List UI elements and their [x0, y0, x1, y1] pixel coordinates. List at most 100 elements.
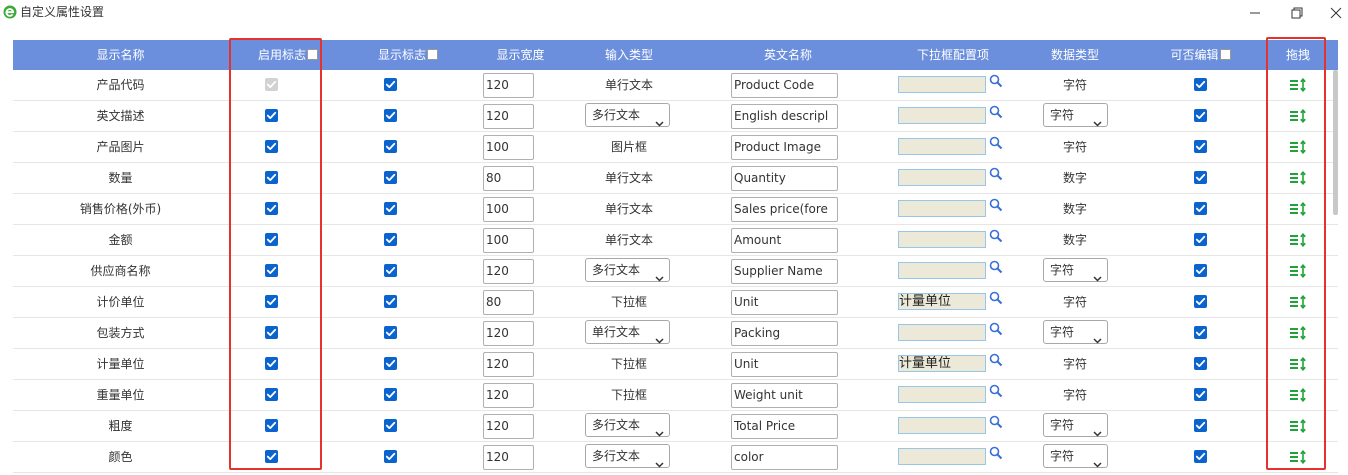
search-icon[interactable] — [989, 353, 1003, 367]
english-name-input[interactable]: Product Code — [731, 73, 838, 98]
data-type-select[interactable]: 字符 — [1043, 320, 1108, 344]
grid-header: 显示名称 启用标志 显示标志 显示宽度 输入类型 英文名称 下拉框配置项 数据类… — [13, 40, 1338, 70]
search-icon[interactable] — [989, 446, 1003, 460]
display-width-input[interactable]: 80 — [483, 290, 534, 315]
display-checkbox[interactable] — [384, 450, 397, 463]
search-icon[interactable] — [989, 260, 1003, 274]
search-icon[interactable] — [989, 229, 1003, 243]
search-icon[interactable] — [989, 198, 1003, 212]
display-name-cell: 包装方式 — [96, 326, 145, 340]
data-type-select[interactable]: 字符 — [1043, 413, 1108, 437]
editable-checkbox[interactable] — [1194, 357, 1207, 370]
dropdown-config-input[interactable]: 计量单位 — [898, 355, 986, 372]
display-width-input[interactable]: 120 — [483, 445, 534, 470]
minimize-icon[interactable] — [1244, 3, 1266, 23]
english-name-input[interactable]: Total Price — [731, 414, 838, 439]
display-width-input[interactable]: 120 — [483, 259, 534, 284]
dropdown-config-input[interactable] — [898, 138, 986, 155]
table-row: 重量单位 120 下拉框 Weight unit 字符 — [13, 380, 1338, 411]
english-name-input[interactable]: Unit — [731, 352, 838, 377]
english-name-input[interactable]: Sales price(fore — [731, 197, 838, 222]
display-width-input[interactable]: 120 — [483, 383, 534, 408]
app-logo-icon — [3, 5, 17, 19]
dropdown-config-input[interactable] — [898, 262, 986, 279]
editable-checkbox[interactable] — [1194, 233, 1207, 246]
dropdown-config-input[interactable]: 计量单位 — [898, 293, 986, 310]
dropdown-config-input[interactable] — [898, 324, 986, 341]
search-icon[interactable] — [989, 415, 1003, 429]
display-checkbox[interactable] — [384, 357, 397, 370]
display-checkbox[interactable] — [384, 202, 397, 215]
search-icon[interactable] — [989, 384, 1003, 398]
input-type-select[interactable]: 多行文本 — [585, 103, 670, 127]
english-name-input[interactable]: Supplier Name — [731, 259, 838, 284]
english-name-input[interactable]: English descripl — [731, 104, 838, 129]
search-icon[interactable] — [989, 291, 1003, 305]
display-checkbox[interactable] — [384, 264, 397, 277]
dropdown-config-input[interactable] — [898, 200, 986, 217]
dropdown-config-input[interactable] — [898, 417, 986, 434]
display-checkbox[interactable] — [384, 388, 397, 401]
table-row: 粗度 120 多行文本 Total Price 字符 — [13, 411, 1338, 442]
dropdown-config-input[interactable] — [898, 448, 986, 465]
display-width-input[interactable]: 120 — [483, 414, 534, 439]
display-width-input[interactable]: 120 — [483, 352, 534, 377]
english-name-input[interactable]: Weight unit — [731, 383, 838, 408]
english-name-input[interactable]: color — [731, 445, 838, 470]
display-checkbox[interactable] — [384, 78, 397, 91]
editable-checkbox[interactable] — [1194, 295, 1207, 308]
dropdown-config-input[interactable] — [898, 107, 986, 124]
editable-checkbox[interactable] — [1194, 140, 1207, 153]
dropdown-config-input[interactable] — [898, 231, 986, 248]
display-width-input[interactable]: 120 — [483, 73, 534, 98]
data-type-select[interactable]: 字符 — [1043, 444, 1108, 468]
input-type-select[interactable]: 多行文本 — [585, 413, 670, 437]
display-checkbox[interactable] — [384, 109, 397, 122]
editable-checkbox[interactable] — [1194, 109, 1207, 122]
display-checkbox[interactable] — [384, 295, 397, 308]
english-name-input[interactable]: Product Image — [731, 135, 838, 160]
english-name-input[interactable]: Amount — [731, 228, 838, 253]
input-type-select[interactable]: 单行文本 — [585, 320, 670, 344]
editable-checkbox[interactable] — [1194, 264, 1207, 277]
english-name-input[interactable]: Packing — [731, 321, 838, 346]
editable-checkbox[interactable] — [1194, 171, 1207, 184]
dropdown-config-input[interactable] — [898, 386, 986, 403]
editable-checkbox[interactable] — [1194, 78, 1207, 91]
input-type-select[interactable]: 多行文本 — [585, 258, 670, 282]
display-checkbox[interactable] — [384, 140, 397, 153]
vertical-scrollbar[interactable] — [1333, 70, 1338, 215]
display-width-input[interactable]: 100 — [483, 135, 534, 160]
editable-checkbox[interactable] — [1194, 419, 1207, 432]
editable-checkbox[interactable] — [1194, 202, 1207, 215]
display-name-cell: 计价单位 — [96, 295, 145, 309]
display-width-input[interactable]: 120 — [483, 104, 534, 129]
editable-checkbox[interactable] — [1194, 450, 1207, 463]
display-width-input[interactable]: 80 — [483, 166, 534, 191]
search-icon[interactable] — [989, 136, 1003, 150]
search-icon[interactable] — [989, 167, 1003, 181]
display-width-input[interactable]: 100 — [483, 228, 534, 253]
search-icon[interactable] — [989, 105, 1003, 119]
dropdown-config-input[interactable] — [898, 76, 986, 93]
search-icon[interactable] — [989, 74, 1003, 88]
display-width-input[interactable]: 100 — [483, 197, 534, 222]
display-checkbox[interactable] — [384, 233, 397, 246]
dropdown-config-input[interactable] — [898, 169, 986, 186]
search-icon[interactable] — [989, 322, 1003, 336]
data-type-select[interactable]: 字符 — [1043, 258, 1108, 282]
editable-checkbox[interactable] — [1194, 326, 1207, 339]
display-width-input[interactable]: 120 — [483, 321, 534, 346]
display-checkbox[interactable] — [384, 171, 397, 184]
header-display-checkbox[interactable] — [427, 49, 438, 60]
data-type-select[interactable]: 字符 — [1043, 103, 1108, 127]
english-name-input[interactable]: Unit — [731, 290, 838, 315]
english-name-input[interactable]: Quantity — [731, 166, 838, 191]
editable-checkbox[interactable] — [1194, 388, 1207, 401]
restore-icon[interactable] — [1286, 3, 1308, 23]
close-icon[interactable] — [1325, 3, 1347, 23]
input-type-select[interactable]: 多行文本 — [585, 444, 670, 468]
display-checkbox[interactable] — [384, 419, 397, 432]
display-checkbox[interactable] — [384, 326, 397, 339]
header-editable-checkbox[interactable] — [1219, 49, 1231, 60]
